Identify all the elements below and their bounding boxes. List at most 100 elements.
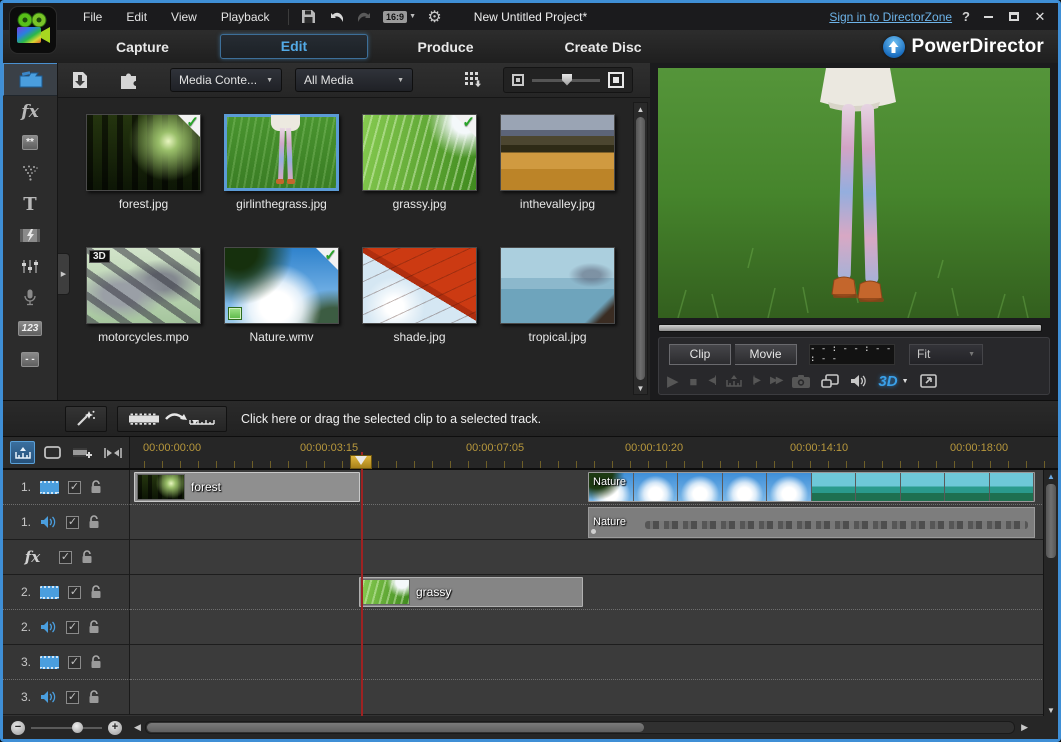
settings-gear-button[interactable]: ⚙	[423, 7, 447, 27]
dual-preview-button[interactable]	[821, 374, 839, 388]
media-thumbnail[interactable]: 3D	[86, 247, 201, 324]
lock-icon[interactable]	[88, 515, 100, 529]
scroll-left-icon[interactable]: ◀	[130, 722, 145, 733]
sidebar-item-title-room[interactable]: T	[3, 189, 57, 220]
volume-button[interactable]	[850, 374, 867, 388]
library-scrollbar[interactable]: ▲ ▼	[633, 102, 648, 395]
lock-icon[interactable]	[90, 585, 102, 599]
track-lane[interactable]	[130, 645, 1058, 680]
preview-seek-bar[interactable]	[658, 324, 1042, 332]
signin-link[interactable]: Sign in to DirectorZone	[829, 10, 952, 24]
movie-mode-button[interactable]: Movie	[735, 344, 797, 365]
viewer-zoom-dropdown[interactable]: Fit ▼	[909, 344, 983, 365]
media-thumbnail[interactable]: ✓	[86, 114, 201, 191]
media-item[interactable]: inthevalley.jpg	[500, 114, 615, 211]
track-lane[interactable]	[130, 540, 1058, 575]
scroll-up-icon[interactable]: ▲	[634, 103, 647, 115]
track-lane[interactable]	[130, 680, 1058, 715]
timecode-display[interactable]: - - : - - : - - : - -	[809, 344, 895, 365]
scroll-up-icon[interactable]: ▲	[1044, 470, 1058, 482]
track-enable-checkbox[interactable]: ✓	[66, 691, 79, 704]
media-item[interactable]: ✓ forest.jpg	[86, 114, 201, 211]
zoom-in-button[interactable]: +	[108, 721, 122, 735]
track-lane[interactable]: grassy	[130, 575, 1058, 610]
media-thumbnail[interactable]: ✓	[362, 114, 477, 191]
undo-button[interactable]	[325, 7, 349, 27]
scroll-right-icon[interactable]: ▶	[1017, 722, 1032, 733]
media-item[interactable]: ✓ Nature.wmv	[224, 247, 339, 344]
storyboard-view-button[interactable]	[40, 441, 65, 464]
track-manager-button[interactable]	[70, 441, 95, 464]
lock-icon[interactable]	[90, 655, 102, 669]
media-item[interactable]: 3D motorcycles.mpo	[86, 247, 201, 344]
menu-view[interactable]: View	[159, 10, 209, 24]
save-button[interactable]	[297, 7, 321, 27]
track-enable-checkbox[interactable]: ✓	[68, 481, 81, 494]
scroll-down-icon[interactable]: ▼	[634, 382, 647, 394]
import-media-button[interactable]	[68, 70, 92, 90]
media-thumbnail[interactable]	[500, 114, 615, 191]
playhead-line[interactable]	[361, 452, 363, 716]
horizontal-scrollbar-thumb[interactable]	[147, 723, 644, 732]
minimize-button[interactable]	[980, 10, 996, 24]
timeline-vertical-scrollbar[interactable]: ▲ ▼	[1043, 470, 1058, 716]
sidebar-item-voiceover-room[interactable]	[3, 282, 57, 313]
sidebar-item-audio-mixing-room[interactable]	[3, 251, 57, 282]
preview-video-area[interactable]	[658, 68, 1050, 318]
sidebar-item-media-room[interactable]	[3, 63, 57, 96]
zoom-slider-handle[interactable]	[562, 74, 572, 86]
plugin-puzzle-button[interactable]	[116, 70, 140, 90]
next-frame-button[interactable]: |▶	[753, 376, 759, 386]
media-thumbnail[interactable]	[500, 247, 615, 324]
media-thumbnail[interactable]: ✓	[224, 247, 339, 324]
track-lane[interactable]: Nature	[130, 505, 1058, 540]
tab-produce[interactable]: Produce	[368, 39, 523, 55]
library-flyout-handle[interactable]: ▶	[58, 253, 70, 295]
tab-capture[interactable]: Capture	[65, 39, 220, 55]
magic-tools-button[interactable]	[65, 406, 107, 432]
timeline-scrollbar-thumb[interactable]	[1046, 484, 1056, 558]
range-select-button[interactable]	[100, 441, 125, 464]
menu-edit[interactable]: Edit	[114, 10, 159, 24]
sidebar-item-transition-room[interactable]	[3, 220, 57, 251]
timeline-zoom-slider[interactable]	[31, 727, 102, 729]
fast-forward-button[interactable]: ▶▶	[770, 376, 781, 386]
track-enable-checkbox[interactable]: ✓	[68, 586, 81, 599]
sidebar-item-particle-room[interactable]	[3, 158, 57, 189]
track-enable-checkbox[interactable]: ✓	[59, 551, 72, 564]
seek-marker-button[interactable]	[726, 375, 742, 387]
undock-preview-button[interactable]	[920, 374, 937, 388]
sidebar-item-pip-objects-room[interactable]: **	[3, 127, 57, 158]
lock-icon[interactable]	[88, 690, 100, 704]
media-content-dropdown[interactable]: Media Conte... ▼	[170, 68, 282, 92]
track-enable-checkbox[interactable]: ✓	[66, 516, 79, 529]
sort-grid-button[interactable]	[461, 70, 485, 90]
thumbnail-zoom-slider[interactable]	[532, 79, 600, 82]
track-enable-checkbox[interactable]: ✓	[68, 656, 81, 669]
timeline-ruler[interactable]: 00:00:00:00 00:00:03:15 00:00:07:05 00:0…	[130, 437, 1058, 468]
help-button[interactable]: ?	[962, 9, 970, 24]
track-lane[interactable]: forest Nature	[130, 470, 1058, 505]
playhead-marker[interactable]	[350, 455, 372, 469]
close-button[interactable]: ✕	[1032, 10, 1048, 24]
zoom-small-icon[interactable]	[512, 74, 524, 86]
media-item[interactable]: tropical.jpg	[500, 247, 615, 344]
lock-icon[interactable]	[81, 550, 93, 564]
menu-playback[interactable]: Playback	[209, 10, 282, 24]
track-lane[interactable]	[130, 610, 1058, 645]
insert-to-timeline-button[interactable]	[117, 406, 227, 432]
zoom-slider-handle[interactable]	[72, 722, 83, 733]
3d-dropdown-icon[interactable]: ▼	[902, 378, 909, 385]
timeline-clip-forest[interactable]: forest	[134, 472, 360, 502]
sidebar-item-effect-room[interactable]: fx	[3, 96, 57, 127]
media-item[interactable]: shade.jpg	[362, 247, 477, 344]
timeline-view-button[interactable]	[10, 441, 35, 464]
snapshot-camera-button[interactable]	[792, 375, 810, 388]
library-scrollbar-thumb[interactable]	[636, 117, 645, 380]
timeline-horizontal-scrollbar[interactable]	[145, 721, 1015, 734]
lock-icon[interactable]	[88, 620, 100, 634]
media-thumbnail[interactable]	[362, 247, 477, 324]
previous-frame-button[interactable]: ◀|	[708, 376, 714, 386]
timeline-clip-grassy[interactable]: grassy	[359, 577, 583, 607]
media-item[interactable]: ✓ grassy.jpg	[362, 114, 477, 211]
